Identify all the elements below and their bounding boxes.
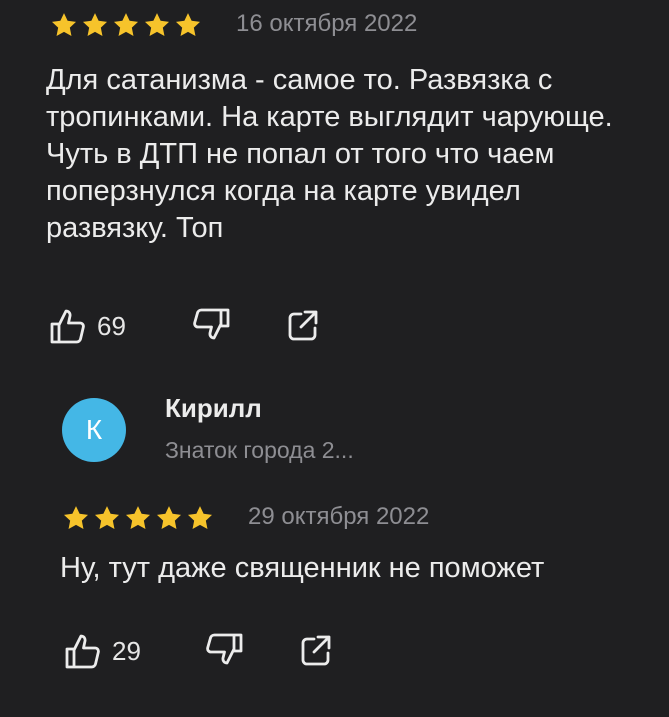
- star-icon: [144, 13, 170, 36]
- star-icon: [51, 13, 77, 36]
- author-status: Знаток города 2...: [165, 437, 354, 463]
- dislike-button[interactable]: [201, 631, 245, 676]
- thumbs-down-icon: [206, 633, 243, 665]
- star-icon: [82, 13, 108, 36]
- thumbs-up-icon: [65, 634, 100, 669]
- share-icon: [301, 635, 331, 666]
- review-date: 16 октября 2022: [236, 10, 418, 37]
- star-icon: [156, 506, 182, 529]
- star-icon: [94, 506, 120, 529]
- like-button[interactable]: 29: [62, 631, 141, 671]
- star-icon: [125, 506, 151, 529]
- avatar[interactable]: К: [62, 398, 126, 462]
- review-text: Ну, тут даже священник не поможет: [60, 552, 545, 584]
- review-date: 29 октября 2022: [248, 503, 430, 530]
- like-count: 29: [112, 635, 141, 666]
- rating-stars: [50, 11, 202, 39]
- thumbs-up-icon: [50, 309, 85, 344]
- author-name[interactable]: Кирилл: [165, 393, 262, 424]
- star-icon: [63, 506, 89, 529]
- rating-stars: [62, 504, 214, 532]
- star-icon: [187, 506, 213, 529]
- share-icon: [288, 310, 318, 341]
- dislike-button[interactable]: [188, 306, 232, 351]
- share-button[interactable]: [298, 633, 334, 674]
- review-text: Для сатанизма - самое то. Развязка с тро…: [46, 64, 613, 244]
- like-button[interactable]: 69: [47, 306, 126, 346]
- star-icon: [175, 13, 201, 36]
- star-icon: [113, 13, 139, 36]
- thumbs-down-icon: [193, 308, 230, 340]
- share-button[interactable]: [285, 308, 321, 349]
- like-count: 69: [97, 310, 126, 341]
